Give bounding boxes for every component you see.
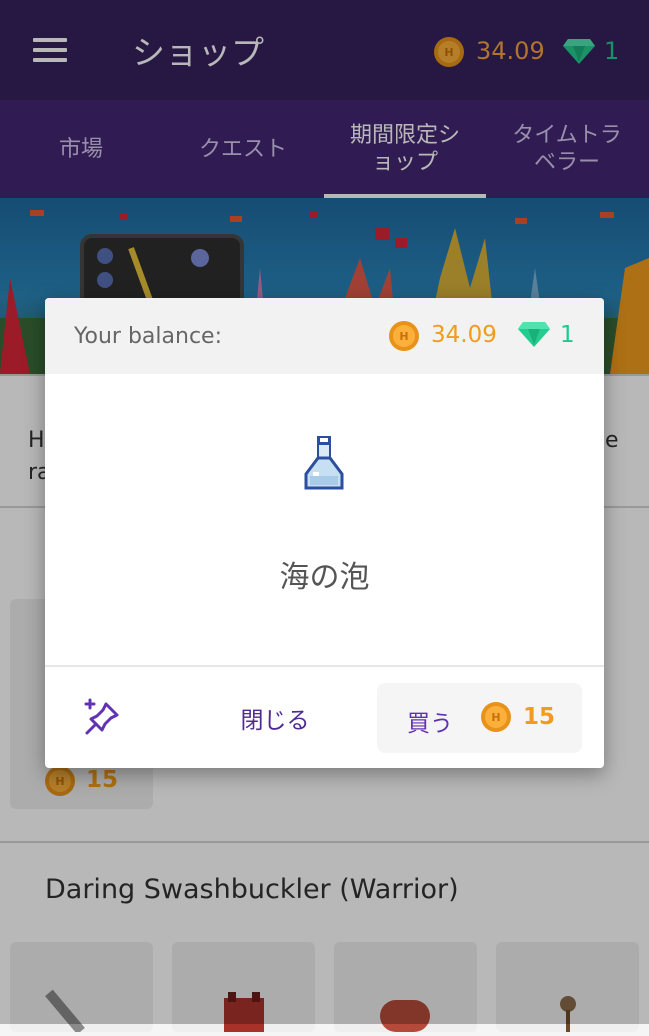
svg-text:H: H [491, 711, 500, 724]
svg-text:H: H [399, 330, 408, 343]
gold-coin-icon: H [388, 320, 420, 356]
potion-bottle-icon [301, 434, 347, 500]
purchase-modal: Your balance: H 34.09 1 海の泡 閉じる 買う H 15 [45, 298, 604, 768]
item-price: 15 [523, 704, 556, 730]
gold-coin-icon: H [480, 701, 512, 737]
item-name: 海の泡 [279, 560, 370, 595]
balance-label: Your balance: [74, 324, 222, 349]
close-button[interactable]: 閉じる [205, 683, 345, 753]
gold-balance: 34.09 [431, 322, 497, 348]
gem-icon [517, 320, 551, 352]
gem-balance: 1 [560, 322, 575, 348]
buy-button[interactable]: 買う H 15 [377, 683, 582, 753]
buy-label: 買う [407, 711, 453, 737]
balance-bar: Your balance: H 34.09 1 [45, 298, 604, 374]
pin-icon[interactable] [81, 693, 127, 743]
divider [45, 665, 604, 667]
